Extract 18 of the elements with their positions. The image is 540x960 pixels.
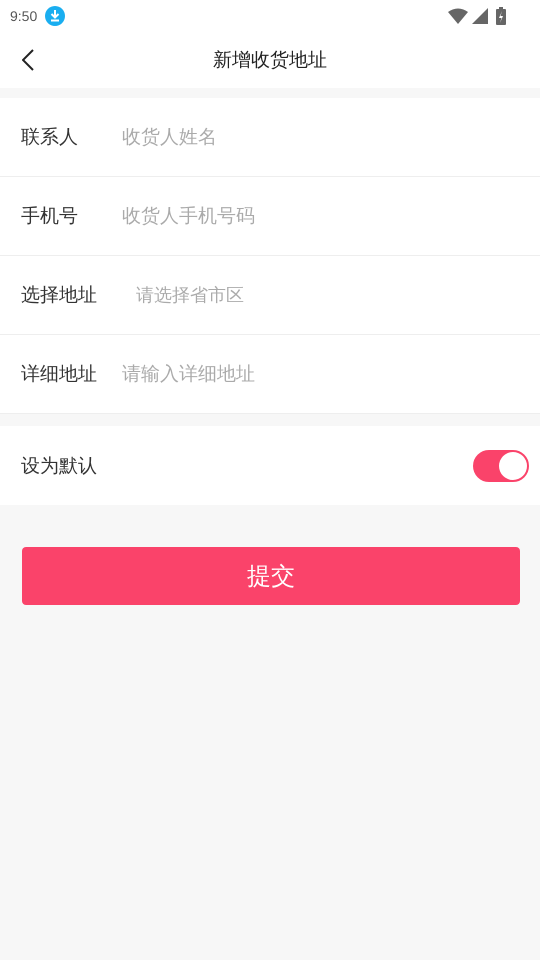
back-icon (22, 49, 34, 71)
submit-button[interactable]: 提交 (22, 547, 520, 605)
battery-icon (496, 7, 506, 25)
field-label: 选择地址 (21, 283, 98, 308)
input-field[interactable]: 请输入详细地址 (122, 363, 382, 385)
setting-label: 设为默认 (21, 454, 97, 478)
status-time: 9:50 (10, 8, 38, 24)
field-label: 详细地址 (21, 362, 98, 387)
wifi-icon (448, 8, 468, 24)
field-label: 手机号 (21, 204, 79, 229)
input-field[interactable]: 收货人手机号码 (122, 205, 382, 227)
address-picker[interactable]: 请选择省市区 (122, 283, 244, 307)
input-field[interactable]: 收货人姓名 (122, 126, 382, 148)
download-icon (45, 6, 66, 26)
field-label: 联系人 (21, 125, 79, 150)
signal-icon (472, 8, 488, 24)
page-title: 新增收货地址 (213, 48, 327, 73)
default-toggle[interactable] (473, 450, 529, 482)
